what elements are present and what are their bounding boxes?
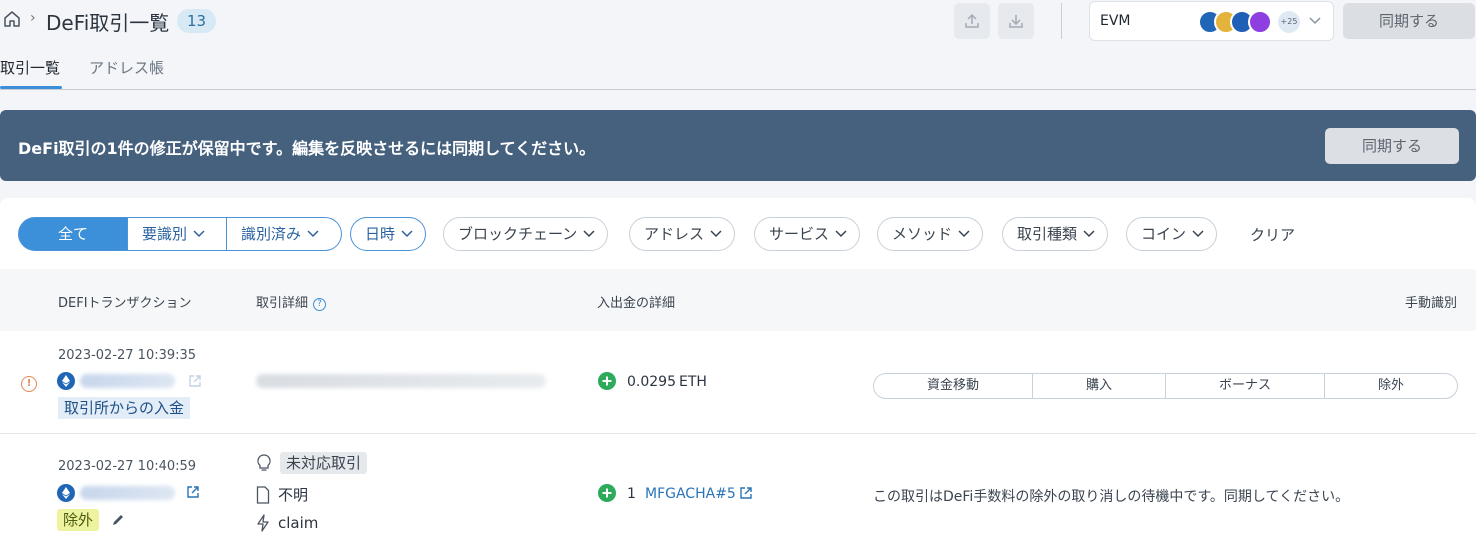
chevron-down-icon [1192, 230, 1204, 238]
header-divider [1061, 3, 1062, 39]
filter-all[interactable]: 全て [18, 217, 128, 251]
filter-date-label: 日時 [365, 225, 396, 243]
download-button[interactable] [998, 3, 1034, 39]
detail-document-label: 不明 [278, 486, 309, 504]
filter-needs-identification[interactable]: 要識別 [128, 217, 227, 251]
column-header-details: 取引詳細? [256, 292, 327, 311]
column-header-details-label: 取引詳細 [256, 296, 309, 311]
column-header-manual-identification: 手動識別 [1405, 296, 1458, 311]
chevron-down-icon [1083, 230, 1095, 238]
table-header: DEFIトランザクション 取引詳細? 入出金の詳細 手動識別 [0, 269, 1476, 331]
detail-method-label: claim [278, 514, 319, 532]
option-exclude[interactable]: 除外 [1325, 374, 1457, 398]
detail-document: 不明 [256, 484, 308, 505]
nft-link[interactable]: MFGACHA#5 [645, 486, 736, 502]
help-icon[interactable]: ? [313, 298, 327, 311]
chevron-down-icon [401, 230, 413, 238]
filter-address-label: アドレス [644, 225, 705, 243]
upload-button[interactable] [954, 3, 990, 39]
edit-icon[interactable] [111, 513, 125, 527]
external-link-icon[interactable] [188, 374, 202, 388]
transactions-panel: 全て 要識別 識別済み 日時 ブロックチェーン アドレス サービス メソッド 取… [0, 198, 1476, 553]
chain-select[interactable]: EVM +25 [1089, 1, 1334, 41]
download-icon [1009, 15, 1023, 28]
manual-identification-options: 資金移動 購入 ボーナス 除外 [873, 373, 1458, 399]
option-bonus[interactable]: ボーナス [1166, 374, 1325, 398]
transfer-coin: ETH [679, 374, 707, 390]
column-header-transaction: DEFIトランザクション [58, 296, 192, 311]
filter-date[interactable]: 日時 [350, 217, 427, 251]
filter-transaction-type-label: 取引種類 [1017, 225, 1078, 243]
page-title: DeFi取引一覧 [46, 11, 170, 35]
ethereum-icon [57, 484, 75, 502]
home-icon[interactable] [2, 9, 22, 29]
filter-method-label: メソッド [892, 225, 953, 243]
filter-method[interactable]: メソッド [877, 217, 984, 251]
redacted-address[interactable] [80, 486, 175, 500]
external-link-icon[interactable] [739, 486, 753, 500]
table-row: ! 2023-02-27 10:39:35 取引所からの入金 0.0295 ET… [0, 331, 1476, 434]
lightbulb-icon [257, 454, 271, 471]
table-row: 2023-02-27 10:40:59 除外 未対応取引 不明 claim 1 … [0, 434, 1476, 553]
pending-sync-note: この取引はDeFi手数料の除外の取り消しの待機中です。同期してください。 [873, 489, 1350, 505]
filter-needs-identification-label: 要識別 [142, 225, 188, 243]
tab-transactions[interactable]: 取引一覧 [0, 57, 60, 78]
chevron-down-icon [1309, 17, 1321, 25]
chevron-down-icon [583, 230, 595, 238]
transaction-timestamp: 2023-02-27 10:40:59 [58, 459, 197, 474]
filter-all-label: 全て [57, 225, 88, 243]
filter-blockchain-label: ブロックチェーン [458, 225, 578, 243]
redacted-transaction-detail [256, 374, 546, 388]
sync-button[interactable]: 同期する [1343, 3, 1475, 39]
polygon-chain-icon [1248, 10, 1272, 34]
filter-service[interactable]: サービス [754, 217, 861, 251]
identification-segment: 全て 要識別 識別済み [18, 217, 342, 251]
filter-address[interactable]: アドレス [629, 217, 736, 251]
filter-transaction-type[interactable]: 取引種類 [1002, 217, 1109, 251]
pending-sync-banner: DeFi取引の1件の修正が保留中です。編集を反映させるには同期してください。 同… [0, 110, 1476, 181]
filter-coin-label: コイン [1141, 225, 1187, 243]
count-badge: 13 [177, 9, 217, 33]
filter-service-label: サービス [769, 225, 830, 243]
breadcrumb-separator: › [30, 10, 36, 26]
top-bar: › DeFi取引一覧 13 EVM +25 同期する [0, 0, 1476, 44]
tabs-divider [0, 89, 1476, 90]
ethereum-icon [57, 372, 75, 390]
banner-sync-button[interactable]: 同期する [1325, 128, 1459, 164]
transaction-timestamp: 2023-02-27 10:39:35 [58, 348, 197, 363]
chevron-down-icon [835, 230, 847, 238]
filter-blockchain[interactable]: ブロックチェーン [443, 217, 609, 251]
chevron-down-icon [958, 230, 970, 238]
tab-address-book[interactable]: アドレス帳 [89, 57, 164, 78]
detail-method: claim [256, 514, 318, 532]
excluded-tag: 除外 [57, 509, 100, 531]
chevron-down-icon [193, 230, 205, 238]
option-purchase[interactable]: 購入 [1033, 374, 1166, 398]
warning-icon[interactable]: ! [21, 376, 37, 392]
transfer-amount: 1 [627, 486, 636, 502]
filter-identified[interactable]: 識別済み [227, 217, 342, 251]
transfer-amount: 0.0295 [627, 374, 676, 390]
filter-identified-label: 識別済み [241, 225, 302, 243]
chevron-down-icon [307, 230, 319, 238]
unsupported-transaction-tag: 未対応取引 [280, 452, 368, 474]
banner-message: DeFi取引の1件の修正が保留中です。編集を反映させるには同期してください。 [18, 139, 596, 158]
clear-filters-link[interactable]: クリア [1250, 224, 1295, 245]
external-link-icon[interactable] [186, 485, 200, 499]
deposit-tag: 取引所からの入金 [58, 397, 191, 419]
chain-select-label: EVM [1100, 13, 1131, 29]
more-chains-badge: +25 [1278, 11, 1300, 33]
lightning-icon [257, 514, 269, 532]
upload-icon [965, 13, 979, 28]
filter-coin[interactable]: コイン [1126, 217, 1218, 251]
column-header-transfers: 入出金の詳細 [597, 296, 676, 311]
document-icon [256, 485, 270, 504]
redacted-address[interactable] [80, 374, 175, 388]
incoming-plus-icon [598, 484, 616, 502]
chevron-down-icon [710, 230, 722, 238]
incoming-plus-icon [598, 372, 616, 390]
detail-status: 未対応取引 [256, 452, 368, 474]
option-fund-transfer[interactable]: 資金移動 [874, 374, 1033, 398]
